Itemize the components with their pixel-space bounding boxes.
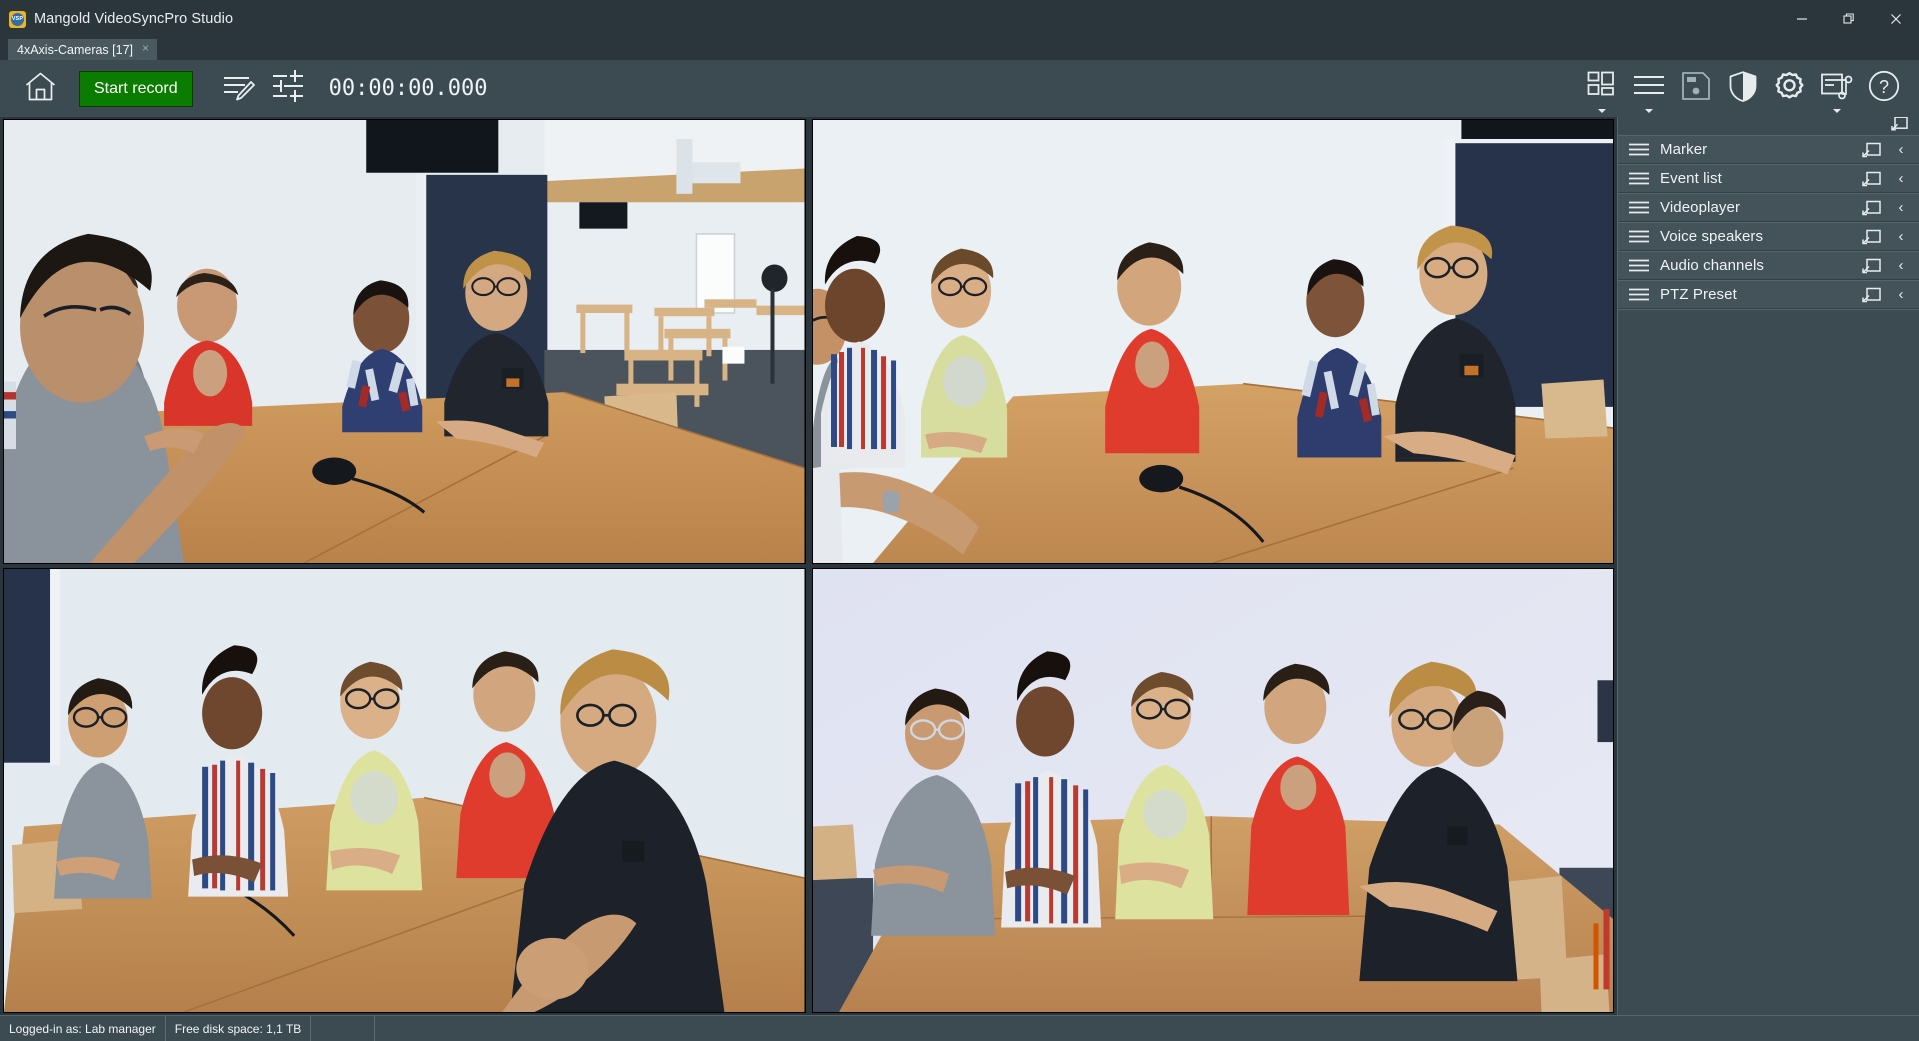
security-button[interactable] xyxy=(1719,63,1766,115)
layout-grid-dropdown-caret[interactable] xyxy=(1597,108,1606,113)
start-record-button[interactable]: Start record xyxy=(79,70,193,107)
workflow-sitemap-icon xyxy=(1820,72,1853,105)
annotate-button[interactable] xyxy=(215,64,261,114)
collapse-chevron-icon[interactable]: ‹ xyxy=(1891,199,1911,216)
mixer-settings-button[interactable] xyxy=(265,64,311,114)
drag-handle-icon[interactable] xyxy=(1628,171,1650,186)
settings-button[interactable] xyxy=(1766,63,1813,115)
list-view-button[interactable] xyxy=(1625,63,1672,115)
collapse-chevron-icon[interactable]: ‹ xyxy=(1891,170,1911,187)
popout-icon[interactable] xyxy=(1862,229,1881,245)
popout-icon[interactable] xyxy=(1862,200,1881,216)
camera-view-2-content xyxy=(812,120,1613,563)
popout-icon[interactable] xyxy=(1862,171,1881,187)
dock-item-voice-speakers[interactable]: Voice speakers ‹ xyxy=(1618,222,1919,251)
drag-handle-icon[interactable] xyxy=(1628,258,1650,273)
collapse-chevron-icon[interactable]: ‹ xyxy=(1891,141,1911,158)
dock-item-label: PTZ Preset xyxy=(1660,286,1737,303)
workflow-dropdown-caret[interactable] xyxy=(1832,108,1841,113)
close-button[interactable] xyxy=(1872,0,1919,38)
toolbar-left-group: Start record 00:00:00.000 xyxy=(14,63,488,115)
camera-view-1-content xyxy=(4,120,805,563)
list-lines-icon xyxy=(1633,73,1665,104)
drag-handle-icon[interactable] xyxy=(1628,142,1650,157)
timecode-display: 00:00:00.000 xyxy=(328,76,488,101)
minimize-button[interactable] xyxy=(1778,0,1825,38)
status-bar: Logged-in as: Lab manager Free disk spac… xyxy=(0,1015,1919,1041)
app-logo-text: VSP xyxy=(11,12,24,26)
dock-item-label: Audio channels xyxy=(1660,257,1764,274)
layout-grid-icon xyxy=(1587,71,1617,106)
home-icon xyxy=(24,71,57,107)
dock-undock-all-icon[interactable] xyxy=(1891,116,1908,136)
window-controls xyxy=(1778,0,1919,38)
svg-text:?: ? xyxy=(1878,77,1888,97)
camera-view-2[interactable] xyxy=(811,119,1614,564)
main-body: Marker ‹ Event list ‹ Videoplayer ‹ Voic… xyxy=(0,116,1919,1015)
dock-item-label: Event list xyxy=(1660,170,1722,187)
tab-4xaxis-cameras[interactable]: 4xAxis-Cameras [17] × xyxy=(8,39,158,60)
toolbar-right-group: ? xyxy=(1578,60,1907,117)
tab-close-icon[interactable]: × xyxy=(139,42,152,57)
dock-item-marker[interactable]: Marker ‹ xyxy=(1618,135,1919,164)
dock-item-ptz-preset[interactable]: PTZ Preset ‹ xyxy=(1618,280,1919,309)
dock-item-videoplayer[interactable]: Videoplayer ‹ xyxy=(1618,193,1919,222)
drag-handle-icon[interactable] xyxy=(1628,200,1650,215)
dock-item-event-list[interactable]: Event list ‹ xyxy=(1618,164,1919,193)
dock-header xyxy=(1618,116,1919,136)
window-title: Mangold VideoSyncPro Studio xyxy=(34,11,234,27)
layout-grid-button[interactable] xyxy=(1578,63,1625,115)
popout-icon[interactable] xyxy=(1862,258,1881,274)
status-disk-space: Free disk space: 1,1 TB xyxy=(166,1016,312,1041)
workflow-button[interactable] xyxy=(1813,63,1860,115)
dock-item-audio-channels[interactable]: Audio channels ‹ xyxy=(1618,251,1919,280)
camera-view-3-content xyxy=(4,569,805,1012)
app-logo-icon: VSP xyxy=(9,10,26,28)
video-row-top xyxy=(0,117,1617,566)
help-button[interactable]: ? xyxy=(1860,63,1907,115)
list-view-dropdown-caret[interactable] xyxy=(1644,108,1653,113)
status-logged-in: Logged-in as: Lab manager xyxy=(0,1016,166,1041)
collapse-chevron-icon[interactable]: ‹ xyxy=(1891,228,1911,245)
dock-item-label: Videoplayer xyxy=(1660,199,1741,216)
annotate-icon xyxy=(221,70,255,107)
video-grid xyxy=(0,117,1617,1015)
help-question-icon: ? xyxy=(1868,70,1900,107)
popout-icon[interactable] xyxy=(1862,142,1881,158)
camera-view-1[interactable] xyxy=(3,119,806,564)
main-toolbar: Start record 00:00:00.000 ? xyxy=(0,60,1919,117)
status-cell-4 xyxy=(375,1016,1919,1041)
save-floppy-icon xyxy=(1681,71,1711,106)
dock-item-label: Marker xyxy=(1660,141,1708,158)
title-bar: VSP Mangold VideoSyncPro Studio xyxy=(0,0,1919,38)
video-row-bottom xyxy=(0,566,1617,1015)
collapse-chevron-icon[interactable]: ‹ xyxy=(1891,257,1911,274)
tab-strip: 4xAxis-Cameras [17] × xyxy=(0,38,1919,60)
settings-gear-icon xyxy=(1774,71,1805,107)
camera-view-4-content xyxy=(812,569,1613,1012)
collapse-chevron-icon[interactable]: ‹ xyxy=(1891,286,1911,303)
mixer-icon xyxy=(271,69,305,108)
popout-icon[interactable] xyxy=(1862,287,1881,303)
restore-button[interactable] xyxy=(1825,0,1872,38)
camera-view-4[interactable] xyxy=(811,568,1614,1013)
drag-handle-icon[interactable] xyxy=(1628,229,1650,244)
home-button[interactable] xyxy=(14,63,66,115)
right-dock-panel: Marker ‹ Event list ‹ Videoplayer ‹ Voic… xyxy=(1617,116,1919,1015)
tab-label: 4xAxis-Cameras [17] xyxy=(17,42,134,57)
dock-empty-area xyxy=(1618,309,1919,1015)
save-button[interactable] xyxy=(1672,63,1719,115)
camera-view-3[interactable] xyxy=(3,568,806,1013)
status-cell-3 xyxy=(311,1016,376,1041)
dock-item-label: Voice speakers xyxy=(1660,228,1764,245)
drag-handle-icon[interactable] xyxy=(1628,287,1650,302)
shield-icon xyxy=(1729,70,1757,107)
